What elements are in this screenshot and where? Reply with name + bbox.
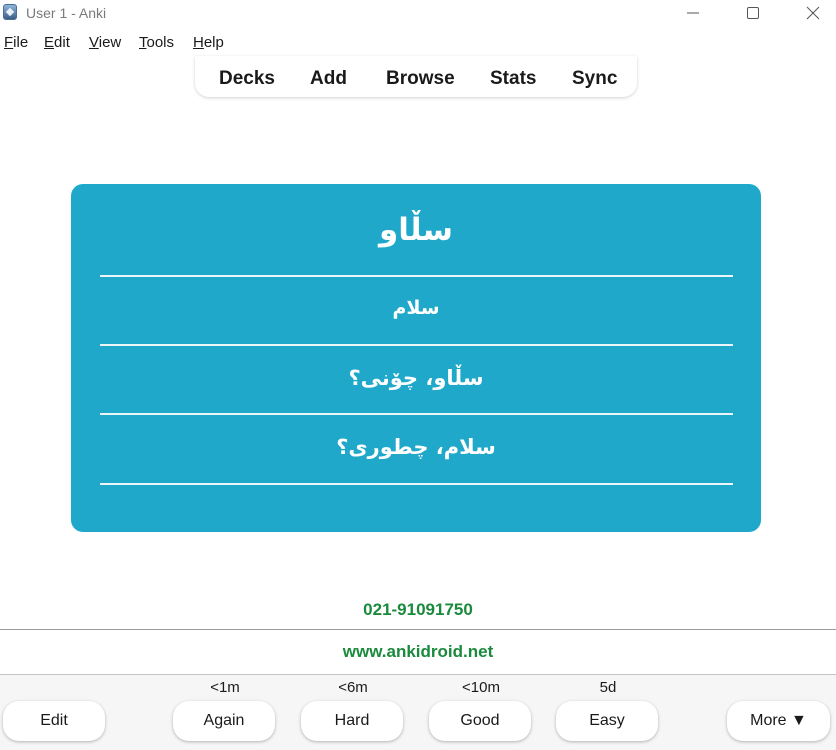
decks-button[interactable]: Decks xyxy=(219,68,275,90)
sync-button[interactable]: Sync xyxy=(572,68,617,90)
maximize-icon xyxy=(747,7,759,19)
menu-help[interactable]: Help xyxy=(193,34,224,51)
easy-button[interactable]: Easy xyxy=(556,701,658,741)
menu-file[interactable]: File xyxy=(4,34,28,51)
maximize-button[interactable] xyxy=(730,0,776,26)
menu-edit[interactable]: Edit xyxy=(44,34,70,51)
anki-app-icon xyxy=(3,4,17,20)
hard-button[interactable]: Hard xyxy=(301,701,403,741)
flashcard: سڵاو سلام سڵاو، چۆنی؟ سلام، چطوری؟ xyxy=(71,184,761,532)
add-button[interactable]: Add xyxy=(310,68,347,90)
minimize-icon xyxy=(687,12,699,14)
answer-bar: <1m <6m <10m 5d Edit Again Hard Good Eas… xyxy=(0,675,836,750)
card-title: سڵاو xyxy=(378,212,454,248)
easy-interval: 5d xyxy=(599,679,617,696)
card-line-3: سلام، چطوری؟ xyxy=(336,435,496,459)
good-button[interactable]: Good xyxy=(429,701,531,741)
window-title: User 1 - Anki xyxy=(26,5,107,21)
title-bar: User 1 - Anki xyxy=(0,0,836,26)
minimize-button[interactable] xyxy=(670,0,716,26)
more-button[interactable]: More ▼ xyxy=(727,701,830,741)
card-divider xyxy=(100,275,733,277)
contact-phone: 021-91091750 xyxy=(363,600,473,619)
main-toolbar: Decks Add Browse Stats Sync xyxy=(195,56,637,97)
card-line-2: سڵاو، چۆنی؟ xyxy=(348,366,484,390)
menu-view[interactable]: View xyxy=(89,34,121,51)
good-interval: <10m xyxy=(462,679,500,696)
card-divider xyxy=(100,344,733,346)
contact-website: www.ankidroid.net xyxy=(342,642,494,661)
stats-button[interactable]: Stats xyxy=(490,68,536,90)
card-line-1: سلام xyxy=(392,297,440,319)
again-button[interactable]: Again xyxy=(173,701,275,741)
card-divider xyxy=(100,483,733,485)
hard-interval: <6m xyxy=(338,679,368,696)
again-interval: <1m xyxy=(210,679,240,696)
browse-button[interactable]: Browse xyxy=(386,68,455,90)
content-divider xyxy=(0,629,836,630)
menu-tools[interactable]: Tools xyxy=(139,34,174,51)
close-button[interactable] xyxy=(790,0,836,26)
close-icon xyxy=(806,6,820,20)
edit-button[interactable]: Edit xyxy=(3,701,105,741)
card-divider xyxy=(100,413,733,415)
